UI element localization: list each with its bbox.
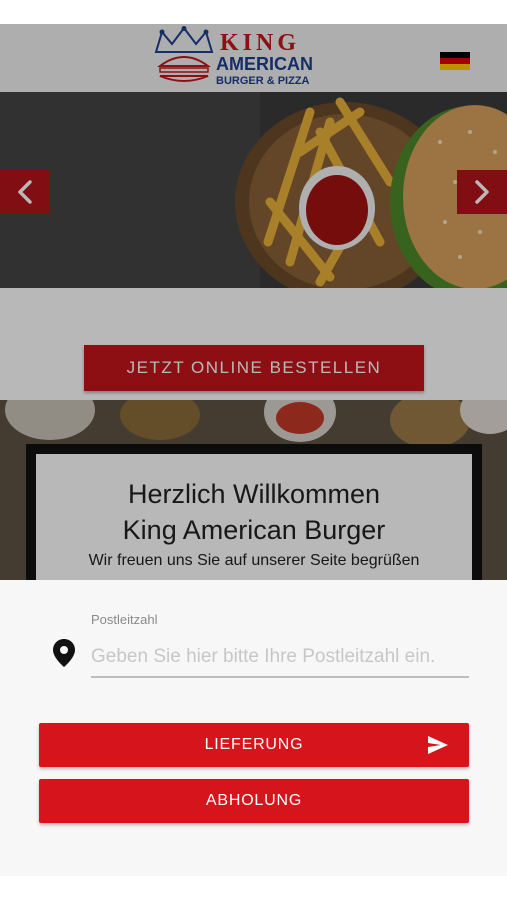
app-screen: KING AMERICAN BURGER & PIZZA JETZT ONLIN…: [0, 0, 507, 900]
delivery-label: LIEFERUNG: [204, 736, 304, 753]
modal-backdrop[interactable]: [0, 24, 507, 580]
delivery-sheet: Postleitzahl LIEFERUNG ABHOLUNG: [0, 580, 507, 876]
pickup-label: ABHOLUNG: [205, 792, 303, 809]
map-pin-icon: [53, 639, 75, 667]
zip-label: Postleitzahl: [91, 612, 158, 627]
delivery-button[interactable]: LIEFERUNG: [39, 723, 469, 767]
pickup-button[interactable]: ABHOLUNG: [39, 779, 469, 823]
send-icon: [428, 736, 448, 754]
zip-input[interactable]: [91, 638, 469, 678]
